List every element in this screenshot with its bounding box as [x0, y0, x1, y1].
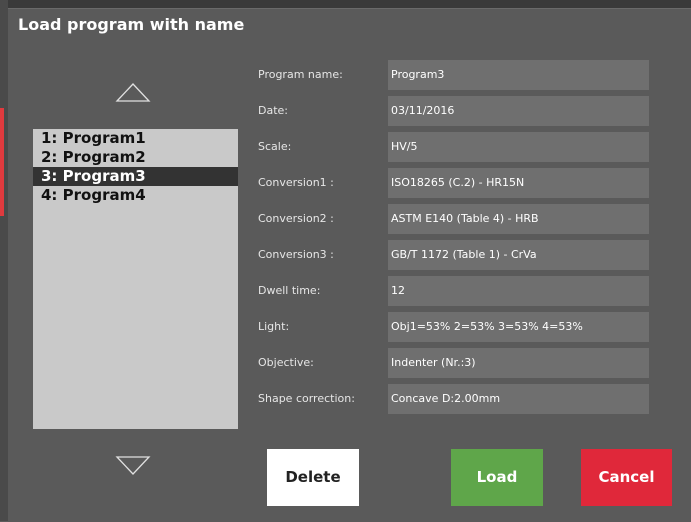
detail-value: ISO18265 (C.2) - HR15N — [388, 168, 649, 198]
scroll-down-arrow-icon[interactable] — [113, 453, 153, 477]
detail-label: Shape correction: — [258, 392, 355, 405]
dialog-title: Load program with name — [18, 15, 245, 34]
program-list-item[interactable]: 1: Program1 — [33, 129, 238, 148]
delete-button[interactable]: Delete — [267, 449, 359, 506]
detail-value: ASTM E140 (Table 4) - HRB — [388, 204, 649, 234]
red-accent-bar — [0, 108, 4, 216]
detail-label: Conversion3 : — [258, 248, 334, 261]
program-list-item-selected[interactable]: 3: Program3 — [33, 167, 238, 186]
program-list-item[interactable]: 2: Program2 — [33, 148, 238, 167]
detail-value: Concave D:2.00mm — [388, 384, 649, 414]
detail-label: Dwell time: — [258, 284, 321, 297]
detail-label: Conversion2 : — [258, 212, 334, 225]
detail-value: Program3 — [388, 60, 649, 90]
scroll-up-arrow-icon[interactable] — [113, 81, 153, 105]
detail-label: Scale: — [258, 140, 292, 153]
detail-value: Indenter (Nr.:3) — [388, 348, 649, 378]
detail-value: Obj1=53% 2=53% 3=53% 4=53% — [388, 312, 649, 342]
background-window — [0, 0, 691, 8]
detail-label: Light: — [258, 320, 290, 333]
cancel-button[interactable]: Cancel — [581, 449, 672, 506]
detail-value: 12 — [388, 276, 649, 306]
background-strip — [0, 0, 8, 521]
detail-label: Date: — [258, 104, 288, 117]
load-program-dialog: Load program with name 1: Program1 2: Pr… — [8, 8, 691, 522]
detail-label: Objective: — [258, 356, 314, 369]
detail-label: Program name: — [258, 68, 343, 81]
detail-value: HV/5 — [388, 132, 649, 162]
load-button[interactable]: Load — [451, 449, 543, 506]
program-list-item[interactable]: 4: Program4 — [33, 186, 238, 205]
detail-label: Conversion1 : — [258, 176, 334, 189]
detail-value: GB/T 1172 (Table 1) - CrVa — [388, 240, 649, 270]
program-list[interactable]: 1: Program1 2: Program2 3: Program3 4: P… — [33, 129, 238, 429]
detail-value: 03/11/2016 — [388, 96, 649, 126]
